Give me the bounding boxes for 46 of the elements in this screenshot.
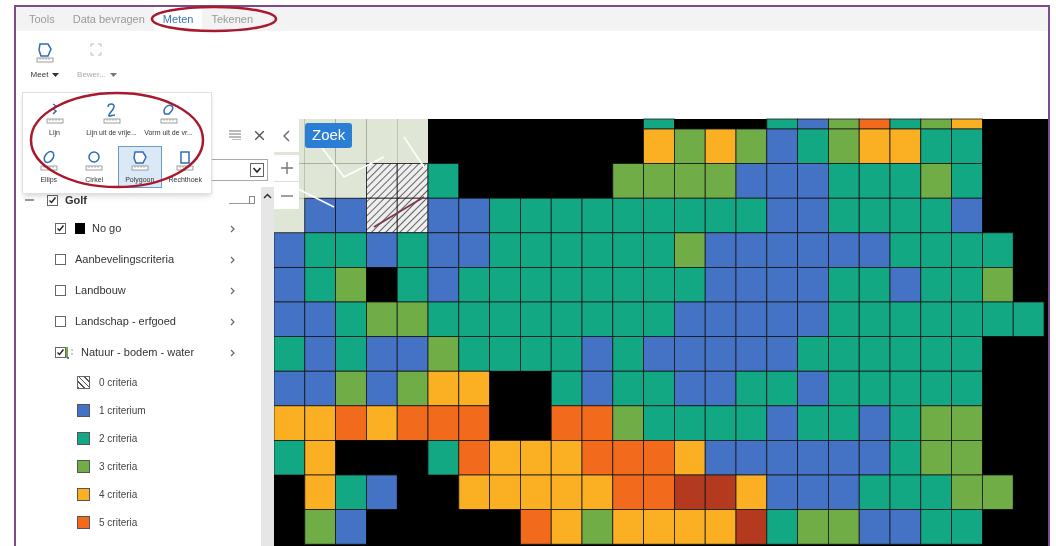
checkbox[interactable] xyxy=(55,223,66,234)
opacity-slider[interactable] xyxy=(229,196,255,204)
scrollbar[interactable] xyxy=(261,187,274,546)
line-ruler-icon xyxy=(44,102,65,124)
polygon-ruler-icon xyxy=(129,148,150,171)
rectangle-ruler-icon xyxy=(175,148,196,171)
checkbox[interactable] xyxy=(55,316,66,327)
zoom-in-button[interactable] xyxy=(274,155,299,182)
legend-label: 2 criteria xyxy=(99,431,138,446)
layer-name: No go xyxy=(92,221,122,237)
freehand-line-ruler-icon xyxy=(101,102,122,124)
chevron-right-icon xyxy=(230,348,235,357)
chevron-right-icon xyxy=(230,286,235,295)
legend-label: 0 criteria xyxy=(99,375,138,390)
close-icon[interactable] xyxy=(255,130,264,140)
slider-thumb[interactable] xyxy=(249,196,255,204)
chevron-right-icon xyxy=(230,224,235,233)
layer-name: Landschap - erfgoed xyxy=(75,314,176,330)
chevron-right-icon xyxy=(230,317,235,326)
legend-label: 3 criteria xyxy=(99,459,138,474)
checkbox[interactable] xyxy=(55,285,66,296)
layer-name: Aanbevelingscriteria xyxy=(75,252,175,268)
layer-name: Landbouw xyxy=(75,283,126,299)
checkbox[interactable] xyxy=(47,194,58,206)
ellipse-ruler-icon xyxy=(38,148,59,171)
legend-label: 1 criterium xyxy=(99,403,146,418)
plus-icon xyxy=(280,162,293,174)
search-button[interactable]: Zoek xyxy=(305,123,353,148)
chevron-left-icon xyxy=(283,129,290,142)
checkbox[interactable] xyxy=(55,254,66,265)
arrow-up-icon[interactable] xyxy=(263,193,272,199)
freeform-shape-ruler-icon xyxy=(158,102,179,124)
legend-label: 4 criteria xyxy=(99,487,138,502)
layer-name: Natuur - bodem - water xyxy=(81,345,195,361)
caret-icon xyxy=(109,73,117,77)
circle-ruler-icon xyxy=(84,148,105,171)
chevron-down-icon xyxy=(250,163,264,177)
caret-icon xyxy=(52,73,60,77)
legend-icon xyxy=(66,346,74,359)
layer-name: Golf xyxy=(65,192,87,208)
ribbon-button[interactable]: Meet xyxy=(26,41,64,81)
polygon-ruler-icon xyxy=(35,41,55,63)
minus-icon xyxy=(280,194,293,197)
legend-label: 5 criteria xyxy=(99,515,138,530)
chevron-right-icon xyxy=(230,255,235,264)
checkbox[interactable] xyxy=(55,347,66,358)
